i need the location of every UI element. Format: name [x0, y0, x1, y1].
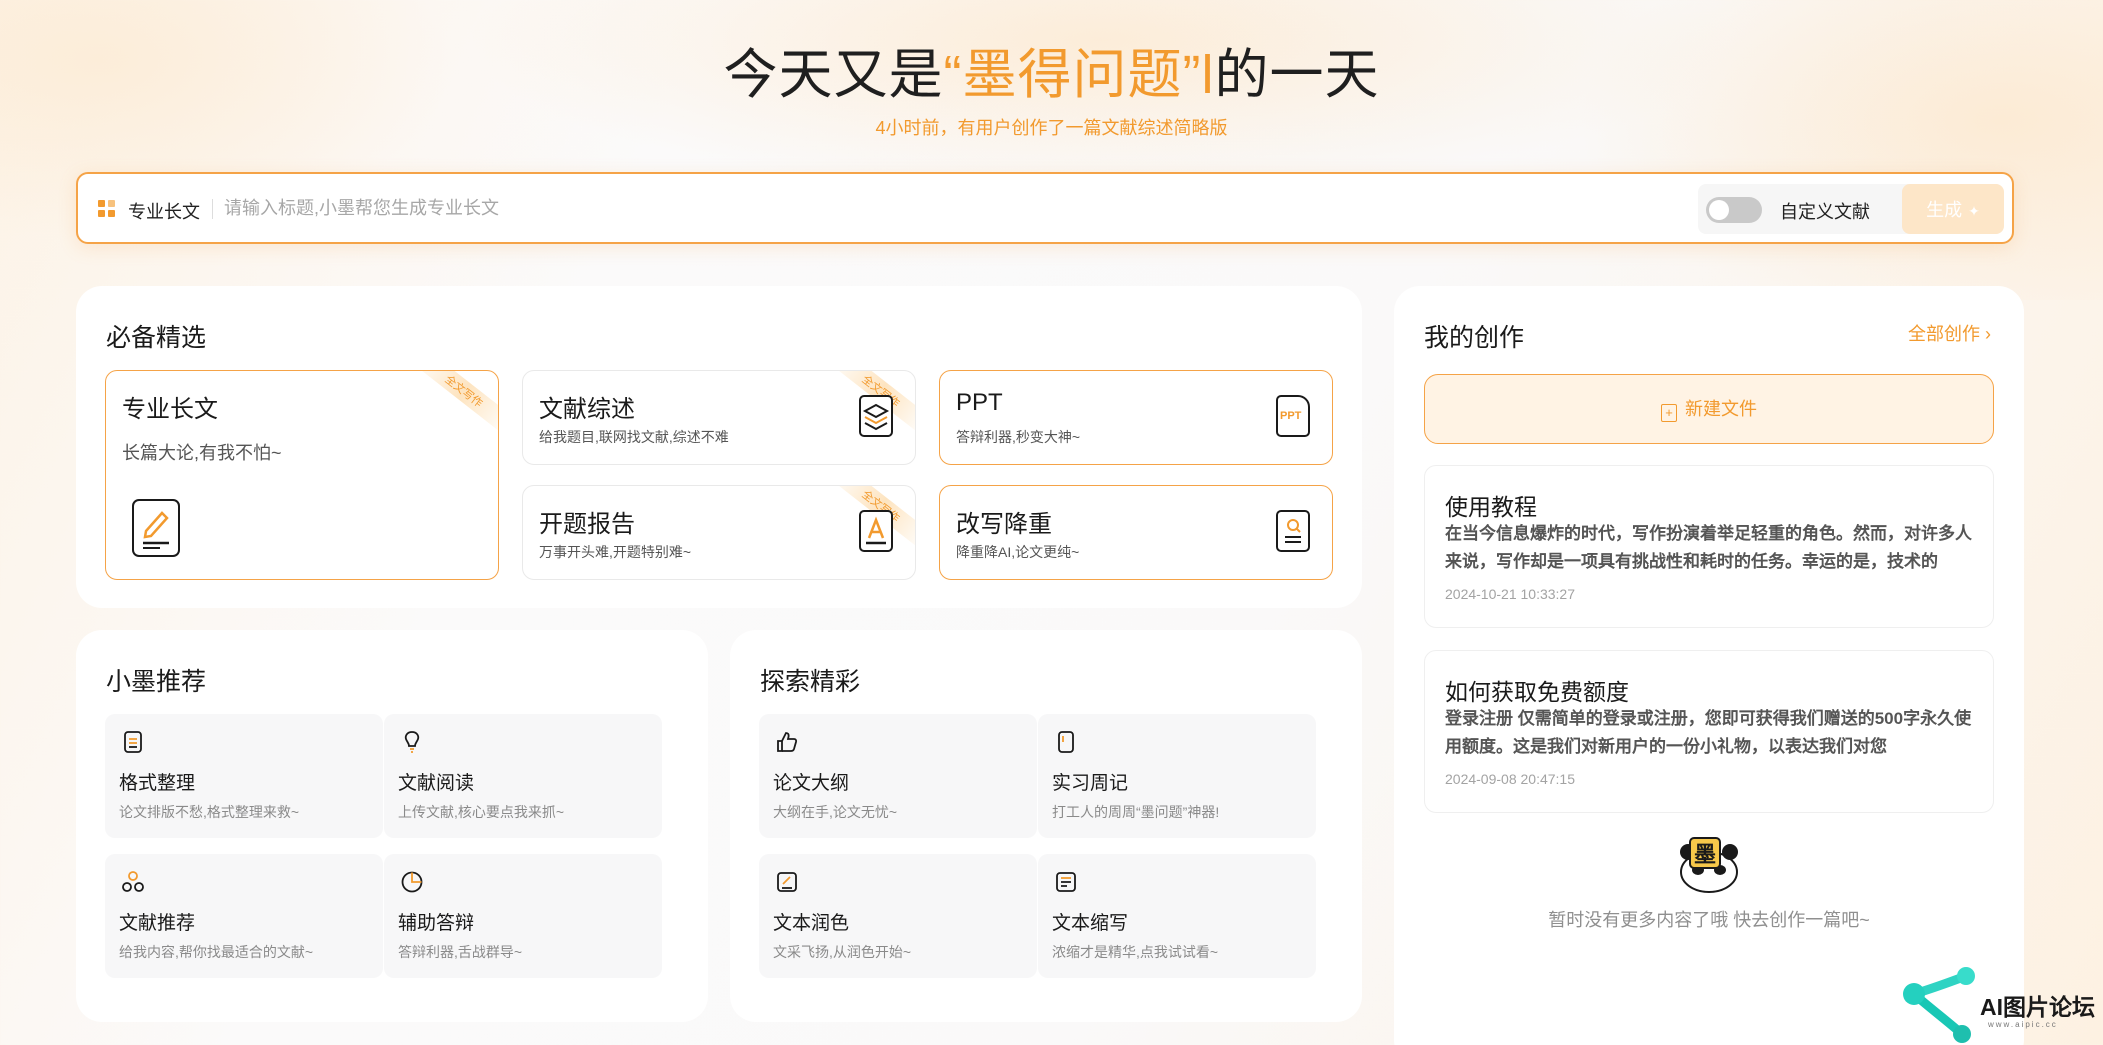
recommend-title: 格式整理 [119, 773, 196, 794]
title-text-end: 的一天 [1214, 45, 1380, 105]
new-file-button[interactable]: + 新建文件 [1424, 374, 1994, 444]
pie-chart-icon [400, 870, 424, 894]
feature-title: 开题报告 [539, 511, 635, 538]
post-excerpt: 登录注册 仅需简单的登录或注册，您即可获得我们赠送的500字永久使用额度。这是我… [1445, 709, 1972, 756]
recommend-title: 辅助答辩 [398, 913, 475, 934]
recommend-panel: 小墨推荐 格式整理 论文排版不愁,格式整理来救~ 文献阅读 上传文献,核心要点我… [76, 630, 708, 1022]
explore-desc: 浓缩才是精华,点我试试看~ [1052, 944, 1219, 960]
recommend-desc: 论文排版不愁,格式整理来救~ [119, 804, 300, 820]
title-text: 今天又是 [723, 45, 944, 105]
feature-card-literature-review[interactable]: 全文写作 文献综述 给我题目,联网找文献,综述不难 [522, 370, 916, 465]
layers-icon [859, 395, 893, 437]
toggle-knob [1709, 200, 1729, 220]
explore-desc: 大纲在手,论文无忧~ [773, 804, 898, 820]
feature-card-rewrite[interactable]: 改写降重 降重降AI,论文更纯~ [939, 485, 1333, 580]
explore-panel: 探索精彩 论文大纲 大纲在手,论文无忧~ 实习周记 打工人的周周“墨问题”神器!… [730, 630, 1362, 1022]
watermark-text: AI图片论坛 [1980, 994, 2095, 1020]
feature-desc: 给我题目,联网找文献,综述不难 [539, 429, 729, 445]
explore-desc: 文采飞扬,从润色开始~ [773, 944, 912, 960]
polish-doc-icon [775, 870, 799, 894]
explore-title: 实习周记 [1052, 773, 1129, 794]
post-card[interactable]: 如何获取免费额度 登录注册 仅需简单的登录或注册，您即可获得我们赠送的500字永… [1424, 650, 1994, 813]
add-file-icon: + [1661, 404, 1677, 422]
post-title: 如何获取免费额度 [1445, 679, 1629, 705]
feature-title: 改写降重 [956, 511, 1052, 538]
ppt-icon-text: PPT [1280, 410, 1302, 422]
chevron-right-icon: › [1980, 324, 1991, 344]
explore-item-polish[interactable]: 文本润色 文采飞扬,从润色开始~ [759, 854, 1037, 978]
post-timestamp: 2024-09-08 20:47:15 [1445, 771, 1575, 787]
ppt-file-icon: PPT [1276, 395, 1310, 437]
watermark-logo-icon [1903, 967, 1975, 1043]
feature-title: 文献综述 [539, 396, 635, 423]
generate-button[interactable]: 生成 ✦ [1902, 184, 2004, 234]
recommend-item-format[interactable]: 格式整理 论文排版不愁,格式整理来救~ [105, 714, 383, 838]
mode-selector[interactable]: 专业长文 [128, 198, 200, 224]
search-document-icon [1276, 510, 1310, 552]
watermark-url: www.aipic.cc [1988, 1020, 2058, 1029]
stack-icon [121, 730, 145, 754]
recommend-title: 小墨推荐 [106, 668, 207, 696]
custom-reference-label: 自定义文献 [1780, 202, 1870, 222]
explore-title: 论文大纲 [773, 773, 850, 794]
phone-icon [1054, 730, 1078, 754]
feature-desc: 答辩利器,秒变大神~ [956, 429, 1081, 445]
feature-title: 专业长文 [122, 396, 218, 423]
page-title: 今天又是“墨得问题”l的一天 [0, 30, 2103, 109]
grid-icon[interactable] [98, 200, 115, 217]
recommend-item-reading[interactable]: 文献阅读 上传文献,核心要点我来抓~ [384, 714, 662, 838]
mascot-panda-icon: 墨 [1676, 836, 1742, 894]
recommend-title: 文献推荐 [119, 913, 196, 934]
essentials-title: 必备精选 [106, 324, 207, 352]
explore-item-weekly[interactable]: 实习周记 打工人的周周“墨问题”神器! [1038, 714, 1316, 838]
recommend-desc: 给我内容,帮你找最适合的文献~ [119, 944, 314, 960]
edit-document-icon [132, 499, 180, 557]
typing-caret: l [1201, 45, 1215, 105]
all-creations-label: 全部创作 [1908, 324, 1980, 344]
note-icon [1054, 870, 1078, 894]
feature-card-ppt[interactable]: PPT 答辩利器,秒变大神~ PPT [939, 370, 1333, 465]
feature-desc: 万事开头难,开题特别难~ [539, 544, 692, 560]
my-creations-title: 我的创作 [1424, 324, 1525, 352]
recommend-item-defense[interactable]: 辅助答辩 答辩利器,舌战群导~ [384, 854, 662, 978]
feature-desc: 降重降AI,论文更纯~ [956, 544, 1080, 560]
recommend-item-literature[interactable]: 文献推荐 给我内容,帮你找最适合的文献~ [105, 854, 383, 978]
explore-title: 探索精彩 [760, 668, 861, 696]
feature-title: PPT [956, 389, 1003, 416]
thumbs-up-icon [775, 730, 799, 754]
explore-item-condense[interactable]: 文本缩写 浓缩才是精华,点我试试看~ [1038, 854, 1316, 978]
title-highlight: “墨得问题” [943, 45, 1202, 105]
explore-item-outline[interactable]: 论文大纲 大纲在手,论文无忧~ [759, 714, 1037, 838]
post-title: 使用教程 [1445, 494, 1537, 520]
post-excerpt: 在当今信息爆炸的时代，写作扮演着举足轻重的角色。然而，对许多人来说，写作却是一项… [1445, 524, 1972, 571]
all-creations-link[interactable]: 全部创作 › [1908, 320, 1991, 346]
recommend-title: 文献阅读 [398, 773, 475, 794]
activity-subtitle: 4小时前，有用户创作了一篇文献综述简略版 [875, 118, 1228, 138]
feature-card-long-article[interactable]: 全文写作 专业长文 长篇大论,有我不怕~ [105, 370, 499, 580]
empty-state-text: 暂时没有更多内容了哦 快去创作一篇吧~ [1548, 910, 1870, 930]
essentials-panel: 必备精选 全文写作 专业长文 长篇大论,有我不怕~ 全文写作 文献综述 给我题目… [76, 286, 1362, 608]
mascot-char: 墨 [1694, 843, 1716, 868]
custom-reference-toggle[interactable] [1706, 197, 1762, 223]
divider [212, 199, 213, 219]
feature-card-proposal[interactable]: 全文写作 开题报告 万事开头难,开题特别难~ [522, 485, 916, 580]
post-card[interactable]: 使用教程 在当今信息爆炸的时代，写作扮演着举足轻重的角色。然而，对许多人来说，写… [1424, 465, 1994, 628]
recommend-desc: 上传文献,核心要点我来抓~ [398, 804, 565, 820]
title-input[interactable] [224, 188, 1724, 228]
generate-label: 生成 [1926, 200, 1963, 220]
recommend-desc: 答辩利器,舌战群导~ [398, 944, 523, 960]
explore-title: 文本缩写 [1052, 913, 1129, 934]
sparkle-icon: ✦ [1968, 203, 1980, 219]
search-bar: 专业长文 自定义文献 生成 ✦ [76, 172, 2014, 244]
watermark: AI图片论坛 www.aipic.cc [1900, 962, 2103, 1045]
full-text-badge: 全文写作 [410, 371, 498, 436]
cluster-icon [121, 870, 145, 894]
new-file-label: 新建文件 [1685, 399, 1757, 419]
text-a-icon [859, 510, 893, 552]
explore-title: 文本润色 [773, 913, 850, 934]
lightbulb-icon [400, 730, 424, 754]
post-timestamp: 2024-10-21 10:33:27 [1445, 586, 1575, 602]
feature-desc: 长篇大论,有我不怕~ [122, 443, 282, 463]
explore-desc: 打工人的周周“墨问题”神器! [1052, 804, 1220, 820]
